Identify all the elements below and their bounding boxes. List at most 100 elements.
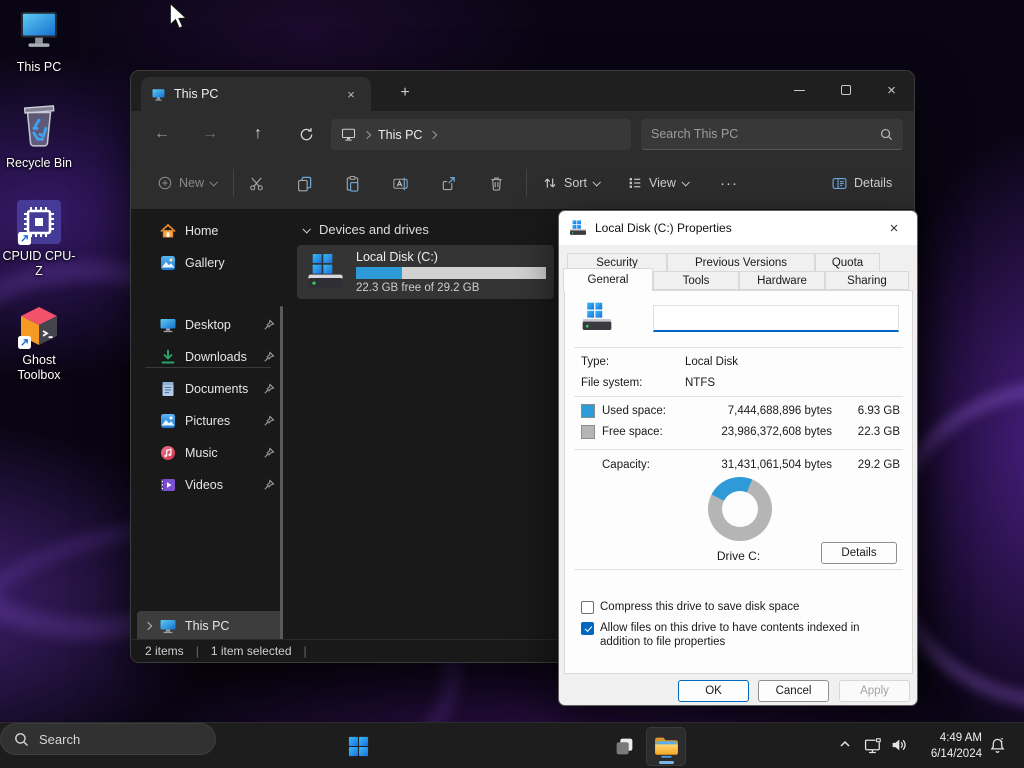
properties-dialog: Local Disk (C:) Properties × Security Pr… — [558, 210, 918, 706]
share-button[interactable] — [432, 167, 464, 199]
tab-tools[interactable]: Tools — [653, 271, 739, 290]
sidebar-item-desktop[interactable]: Desktop — [137, 310, 283, 340]
cut-button[interactable] — [240, 167, 272, 199]
sidebar-item-music[interactable]: Music — [137, 438, 283, 468]
maximize-button[interactable] — [823, 71, 868, 109]
desktop-icon-cpuz[interactable]: CPUID CPU-Z — [0, 198, 78, 279]
sidebar-item-home[interactable]: Home — [137, 216, 283, 246]
tab-close-icon[interactable]: × — [341, 84, 361, 104]
forward-button[interactable]: → — [194, 118, 226, 150]
desktop-icon-label: CPUID CPU-Z — [0, 249, 78, 279]
details-button[interactable]: Details — [821, 542, 897, 564]
local-disk-icon — [305, 251, 346, 293]
close-button[interactable]: × — [869, 71, 914, 109]
file-explorer-button[interactable] — [646, 727, 686, 766]
minimize-button[interactable] — [777, 71, 822, 109]
sidebar-item-label: Home — [185, 224, 283, 238]
drive-local-disk-c[interactable]: Local Disk (C:) 22.3 GB free of 29.2 GB — [297, 245, 554, 299]
sidebar-item-pictures[interactable]: Pictures — [137, 406, 283, 436]
cancel-button[interactable]: Cancel — [758, 680, 829, 702]
this-pc-icon — [151, 87, 166, 102]
share-icon — [440, 175, 457, 192]
sidebar-item-gallery[interactable]: Gallery — [137, 248, 283, 278]
volume-label-input[interactable] — [653, 305, 899, 332]
refresh-icon — [299, 127, 314, 142]
tab-previous-versions[interactable]: Previous Versions — [667, 253, 815, 272]
dialog-close-icon[interactable]: × — [881, 216, 907, 240]
items-count: 2 items — [145, 644, 184, 658]
index-checkbox[interactable] — [581, 622, 594, 635]
paste-button[interactable] — [336, 167, 368, 199]
selected-count: 1 item selected — [211, 644, 292, 658]
compress-checkbox[interactable] — [581, 601, 594, 614]
capacity-size: 29.2 GB — [832, 459, 900, 471]
desktop-icon — [159, 316, 177, 334]
filesystem-row: File system: NTFS — [581, 374, 900, 392]
taskbar-clock[interactable]: 4:49 AM 6/14/2024 — [912, 730, 982, 762]
ok-button[interactable]: OK — [678, 680, 749, 702]
sort-button[interactable]: Sort — [534, 167, 607, 199]
taskbar-search[interactable]: Search — [0, 723, 216, 755]
search-icon — [880, 128, 893, 141]
tab-hardware[interactable]: Hardware — [739, 271, 825, 290]
music-icon — [159, 444, 177, 462]
tab-quota[interactable]: Quota — [815, 253, 880, 272]
monitor-icon — [16, 8, 62, 52]
volume-tray-icon[interactable] — [890, 736, 908, 759]
index-checkbox-row[interactable]: Allow files on this drive to have conten… — [581, 621, 902, 650]
breadcrumb[interactable]: This PC — [331, 119, 631, 150]
sidebar-item-label: This PC — [185, 619, 283, 633]
desktop-icon-this-pc[interactable]: This PC — [0, 8, 78, 75]
status-separator: | — [196, 644, 199, 658]
apply-button[interactable]: Apply — [839, 680, 910, 702]
pin-icon — [263, 479, 275, 491]
filesystem-value: NTFS — [685, 377, 715, 389]
network-tray-icon[interactable] — [864, 736, 884, 760]
desktop-icon-label: Ghost Toolbox — [0, 353, 78, 383]
notification-bell-icon[interactable]: z — [988, 736, 1007, 760]
tab-this-pc[interactable]: This PC × — [141, 77, 371, 111]
chevron-down-icon[interactable] — [302, 225, 310, 233]
section-devices-and-drives[interactable]: Devices and drives — [303, 222, 429, 237]
more-options-button[interactable]: ··· — [711, 167, 747, 199]
tab-sharing[interactable]: Sharing — [825, 271, 909, 290]
desktop-icon-ghost-toolbox[interactable]: Ghost Toolbox — [0, 302, 78, 383]
new-button[interactable]: New — [149, 167, 224, 199]
sidebar-item-videos[interactable]: Videos — [137, 470, 283, 500]
tab-general[interactable]: General — [563, 268, 653, 291]
search-input[interactable]: Search This PC — [641, 119, 903, 150]
divider — [574, 569, 903, 570]
delete-button[interactable] — [480, 167, 512, 199]
sidebar-item-label: Documents — [185, 382, 263, 396]
sidebar-item-this-pc[interactable]: This PC — [137, 611, 283, 641]
breadcrumb-item[interactable]: This PC — [378, 128, 422, 142]
command-toolbar: New — [131, 157, 914, 210]
sidebar-item-downloads[interactable]: Downloads — [137, 342, 283, 372]
chevron-right-icon[interactable] — [144, 622, 152, 630]
sidebar-item-documents[interactable]: Documents — [137, 374, 283, 404]
tray-chevron-up-icon[interactable] — [838, 737, 852, 756]
sidebar-scrollbar[interactable] — [280, 306, 283, 663]
rename-button[interactable] — [384, 167, 416, 199]
new-label: New — [179, 176, 204, 190]
compress-checkbox-row[interactable]: Compress this drive to save disk space — [581, 600, 902, 614]
details-pane-button[interactable]: Details — [821, 167, 902, 199]
refresh-button[interactable] — [290, 118, 322, 150]
sidebar-item-label: Desktop — [185, 318, 263, 332]
search-icon — [14, 732, 29, 747]
sidebar-item-label: Gallery — [185, 256, 283, 270]
sidebar-item-label: Music — [185, 446, 263, 460]
up-button[interactable]: ↑ — [242, 118, 274, 150]
back-button[interactable]: ← — [146, 118, 178, 150]
new-tab-button[interactable]: + — [393, 81, 417, 105]
desktop-icon-recycle-bin[interactable]: Recycle Bin — [0, 100, 78, 171]
details-pane-icon — [831, 175, 848, 192]
task-view-icon — [614, 736, 635, 757]
copy-button[interactable] — [288, 167, 320, 199]
start-button[interactable] — [341, 730, 375, 762]
view-button[interactable]: View — [619, 167, 696, 199]
task-view-button[interactable] — [606, 729, 642, 763]
pin-icon — [263, 415, 275, 427]
divider — [574, 449, 903, 450]
index-checkbox-label: Allow files on this drive to have conten… — [600, 621, 900, 650]
